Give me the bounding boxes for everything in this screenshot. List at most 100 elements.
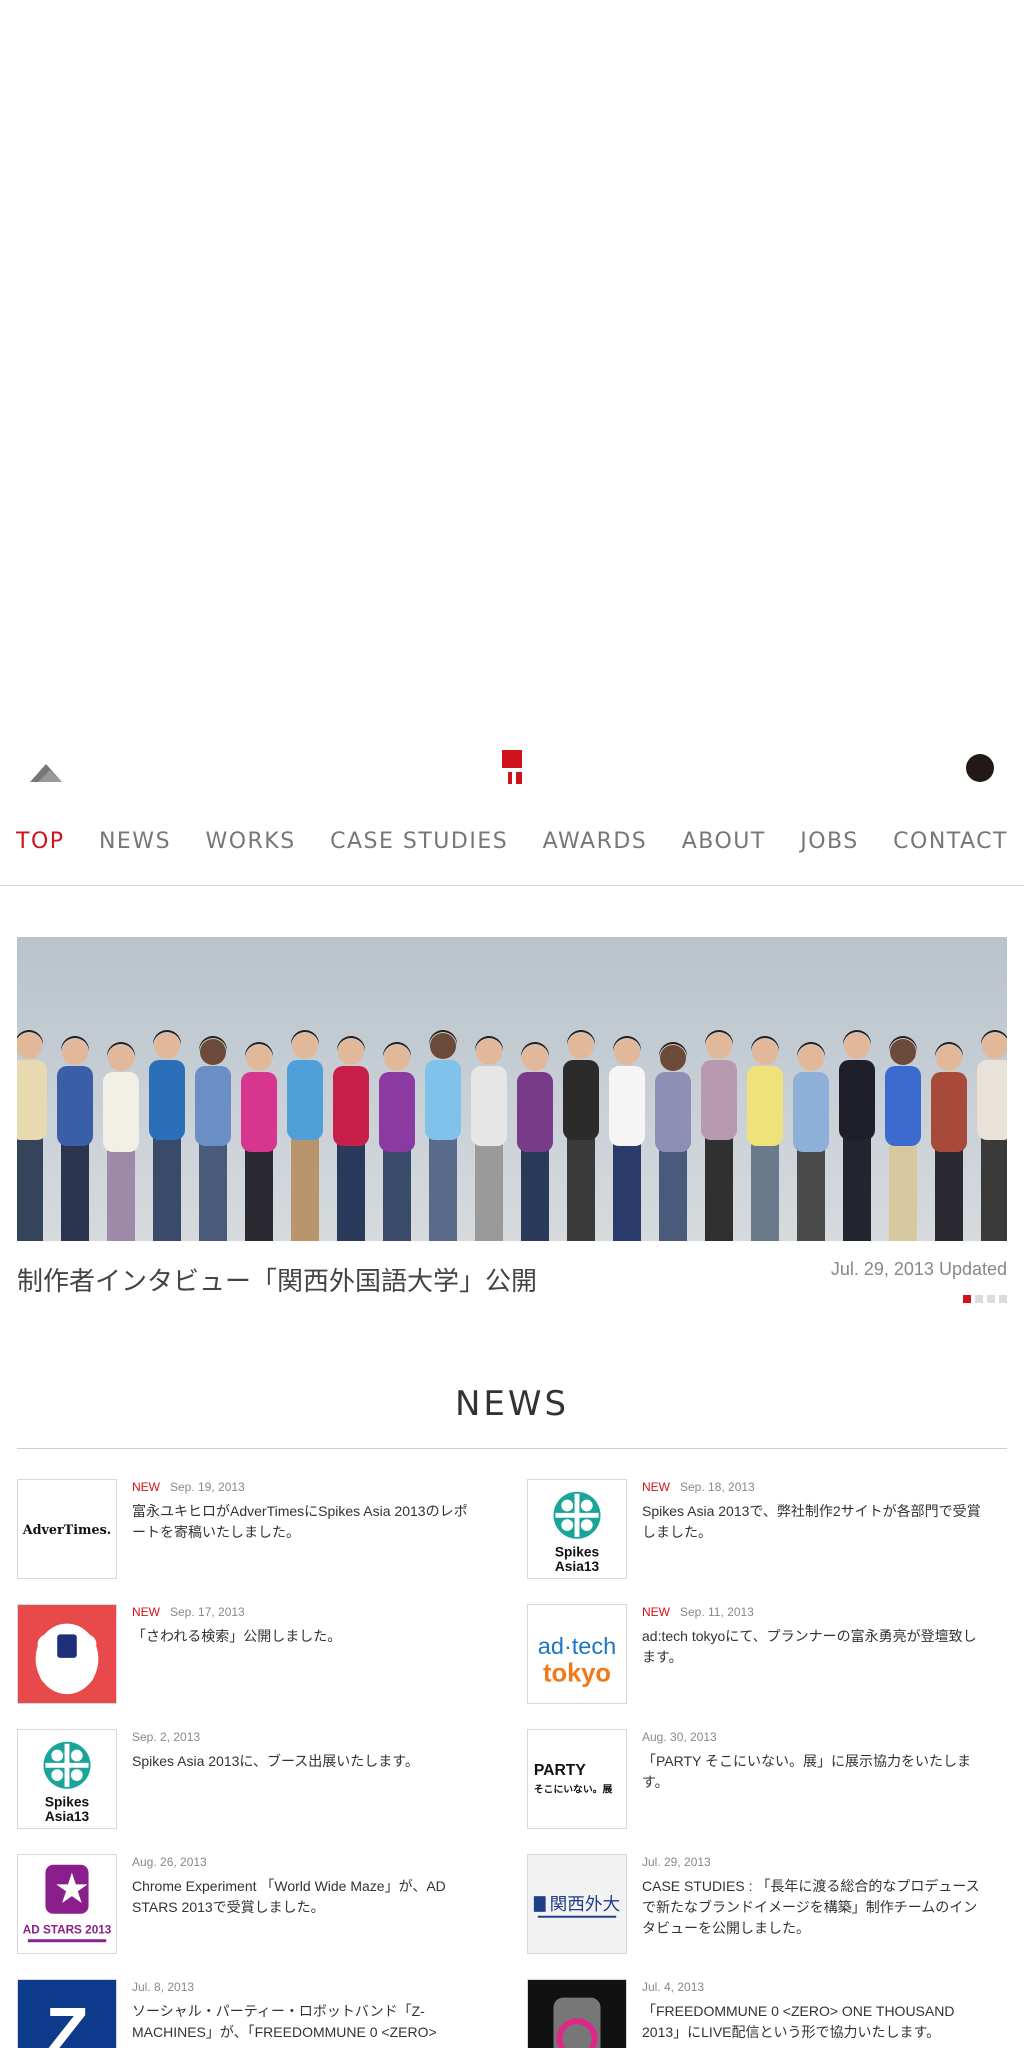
svg-text:Asia13: Asia13 xyxy=(555,1559,600,1574)
slider-pager[interactable] xyxy=(963,1295,1007,1303)
news-item[interactable]: AdverTimes. NEW Sep. 19, 2013 富永ユキヒロがAdverT… xyxy=(17,1479,477,1579)
new-badge: NEW xyxy=(132,1605,160,1619)
nav-news[interactable]: NEWS xyxy=(99,822,171,862)
person-figure xyxy=(471,1036,507,1241)
news-item[interactable]: ad·tech tokyo NEW Sep. 11, 2013 ad:tech tok… xyxy=(527,1604,987,1704)
pager-dot[interactable] xyxy=(999,1295,1007,1303)
news-date: Jul. 8, 2013 xyxy=(132,1980,195,1994)
news-text[interactable]: CASE STUDIES : 「長年に渡る総合的なプロデュースで新たなブランドイ… xyxy=(642,1876,987,1939)
nav-awards[interactable]: AWARDS xyxy=(543,822,648,862)
adtech-tokyo-logo[interactable]: ad·tech tokyo xyxy=(527,1604,627,1704)
news-meta: Aug. 30, 2013 xyxy=(642,1729,987,1745)
ad-stars-logo[interactable]: AD STARS 2013 xyxy=(17,1854,117,1954)
person-figure xyxy=(977,1030,1007,1241)
svg-text:tokyo: tokyo xyxy=(543,1659,611,1687)
news-item[interactable]: Z Jul. 8, 2013 ソーシャル・パーティー・ロボットバンド「Z-MACHI… xyxy=(17,1979,477,2048)
sawareru-kensaku-image[interactable] xyxy=(17,1604,117,1704)
spikes-asia-logo[interactable]: Spikes Asia13 xyxy=(527,1479,627,1579)
news-item[interactable]: NEW Sep. 17, 2013 「さわれる検索」公開しました。 xyxy=(17,1604,477,1704)
svg-text:Z: Z xyxy=(45,1992,88,2048)
svg-text:AD STARS 2013: AD STARS 2013 xyxy=(23,1923,112,1936)
person-figure xyxy=(747,1036,783,1241)
nav-about[interactable]: ABOUT xyxy=(682,822,766,862)
svg-text:Spikes: Spikes xyxy=(555,1544,600,1559)
news-meta: Aug. 26, 2013 xyxy=(132,1854,477,1870)
global-nav: TOP NEWS WORKS CASE STUDIES AWARDS ABOUT… xyxy=(0,822,1024,862)
news-text[interactable]: 富永ユキヒロがAdverTimesにSpikes Asia 2013のレポートを… xyxy=(132,1501,477,1543)
spikes-asia-logo[interactable]: Spikes Asia13 xyxy=(17,1729,117,1829)
new-badge: NEW xyxy=(642,1605,670,1619)
news-item[interactable]: 関西外大 Jul. 29, 2013 CASE STUDIES : 「長年に渡る総… xyxy=(527,1854,987,1954)
mountain-icon[interactable] xyxy=(28,760,64,784)
news-text[interactable]: Spikes Asia 2013で、弊社制作2サイトが各部門で受賞しました。 xyxy=(642,1501,987,1543)
company-logo-mark[interactable] xyxy=(500,750,526,786)
person-figure xyxy=(839,1030,875,1241)
menu-dot-icon[interactable] xyxy=(966,754,994,782)
person-figure xyxy=(931,1042,967,1241)
hero-area xyxy=(0,0,1024,740)
news-text[interactable]: 「さわれる検索」公開しました。 xyxy=(132,1626,477,1647)
pager-dot[interactable] xyxy=(975,1295,983,1303)
person-figure xyxy=(793,1042,829,1241)
news-date: Sep. 2, 2013 xyxy=(132,1730,201,1744)
feature-slider: 制作者インタビュー「関西外国語大学」公開 Jul. 29, 2013 Updat… xyxy=(17,937,1007,1311)
news-date: Sep. 18, 2013 xyxy=(680,1480,755,1494)
news-text[interactable]: Chrome Experiment 「World Wide Maze」が、AD … xyxy=(132,1876,477,1918)
person-figure xyxy=(57,1036,93,1241)
person-figure xyxy=(885,1036,921,1241)
pager-dot[interactable] xyxy=(987,1295,995,1303)
person-figure xyxy=(609,1036,645,1241)
pager-dot[interactable] xyxy=(963,1295,971,1303)
svg-text:AdverTimes.: AdverTimes. xyxy=(22,1523,112,1538)
nav-contact[interactable]: CONTACT xyxy=(893,822,1008,862)
news-date: Aug. 30, 2013 xyxy=(642,1730,717,1744)
nav-divider xyxy=(0,885,1024,886)
new-badge: NEW xyxy=(132,1480,160,1494)
news-text[interactable]: 「FREEDOMMUNE 0 <ZERO> ONE THOUSAND 2013」… xyxy=(642,2001,987,2043)
svg-text:PARTY: PARTY xyxy=(534,1762,586,1779)
news-text[interactable]: Spikes Asia 2013に、ブース出展いたします。 xyxy=(132,1751,477,1772)
news-item[interactable]: PARTY そこにいない。展 Aug. 30, 2013 「PARTY そこにいない… xyxy=(527,1729,987,1829)
person-figure xyxy=(655,1042,691,1241)
news-meta: NEW Sep. 11, 2013 xyxy=(642,1604,987,1620)
freedommune-logo[interactable] xyxy=(527,1979,627,2048)
advertimes-logo[interactable]: AdverTimes. xyxy=(17,1479,117,1579)
feature-title[interactable]: 制作者インタビュー「関西外国語大学」公開 xyxy=(17,1261,537,1298)
news-date: Jul. 4, 2013 xyxy=(642,1980,705,1994)
news-date: Aug. 26, 2013 xyxy=(132,1855,207,1869)
nav-works[interactable]: WORKS xyxy=(205,822,295,862)
person-figure xyxy=(333,1036,369,1241)
svg-text:ad·tech: ad·tech xyxy=(538,1633,616,1659)
news-meta: NEW Sep. 17, 2013 xyxy=(132,1604,477,1620)
news-item[interactable]: AD STARS 2013 Aug. 26, 2013 Chrome Experi… xyxy=(17,1854,477,1954)
nav-jobs[interactable]: JOBS xyxy=(800,822,858,862)
person-figure xyxy=(379,1042,415,1241)
news-item[interactable]: Spikes Asia13 NEW Sep. 18, 2013 Spikes Asia… xyxy=(527,1479,987,1579)
person-figure xyxy=(149,1030,185,1241)
person-figure xyxy=(425,1030,461,1241)
person-figure xyxy=(701,1030,737,1241)
news-date: Sep. 19, 2013 xyxy=(170,1480,245,1494)
person-figure xyxy=(103,1042,139,1241)
kansai-gaidai-logo[interactable]: 関西外大 xyxy=(527,1854,627,1954)
news-text[interactable]: ソーシャル・パーティー・ロボットバンド「Z-MACHINES」が、「FREEDO… xyxy=(132,2001,477,2043)
svg-text:関西外大: 関西外大 xyxy=(550,1894,621,1915)
news-text[interactable]: ad:tech tokyoにて、プランナーの富永勇亮が登壇致します。 xyxy=(642,1626,987,1668)
header-bar xyxy=(0,740,1024,800)
news-text[interactable]: 「PARTY そこにいない。展」に展示協力をいたします。 xyxy=(642,1751,987,1793)
person-figure xyxy=(517,1042,553,1241)
news-item[interactable]: Spikes Asia13 Sep. 2, 2013 Spikes Asia 201… xyxy=(17,1729,477,1829)
feature-image[interactable] xyxy=(17,937,1007,1241)
news-item[interactable]: Jul. 4, 2013 「FREEDOMMUNE 0 <ZERO> ONE TH… xyxy=(527,1979,987,2048)
svg-text:Spikes: Spikes xyxy=(45,1794,90,1809)
nav-top[interactable]: TOP xyxy=(16,822,65,862)
svg-text:Asia13: Asia13 xyxy=(45,1809,90,1824)
party-exhibition-logo[interactable]: PARTY そこにいない。展 xyxy=(527,1729,627,1829)
z-machines-logo[interactable]: Z xyxy=(17,1979,117,2048)
news-meta: Jul. 4, 2013 xyxy=(642,1979,987,1995)
person-figure xyxy=(287,1030,323,1241)
news-meta: Jul. 8, 2013 xyxy=(132,1979,477,1995)
news-meta: Jul. 29, 2013 xyxy=(642,1854,987,1870)
news-date: Sep. 11, 2013 xyxy=(680,1605,754,1619)
nav-case-studies[interactable]: CASE STUDIES xyxy=(330,822,508,862)
